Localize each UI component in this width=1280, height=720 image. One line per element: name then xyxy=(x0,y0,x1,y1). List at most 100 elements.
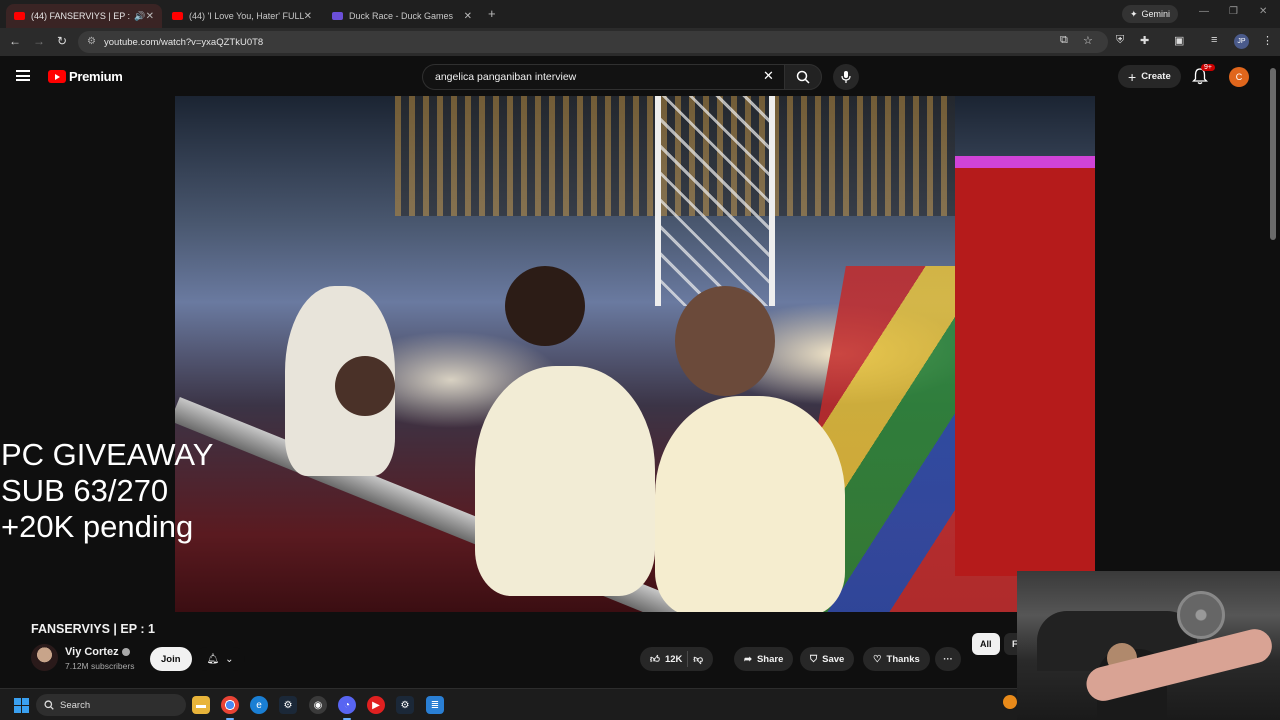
overlay-line: +20K pending xyxy=(1,509,194,544)
save-button[interactable]: ⛉ Save xyxy=(800,647,855,671)
channel-avatar[interactable] xyxy=(31,644,58,671)
youtube-favicon-icon xyxy=(14,12,25,20)
maximize-icon[interactable]: ❐ xyxy=(1229,6,1238,17)
voice-search-button[interactable] xyxy=(833,64,859,90)
taskbar-search-label: Search xyxy=(60,699,91,711)
page-scrollbar[interactable] xyxy=(1270,68,1276,240)
video-title: FANSERVIYS | EP : 1 xyxy=(31,622,155,636)
youtube-favicon-icon xyxy=(172,12,183,20)
tab-i-love-you-hater[interactable]: (44) 'I Love You, Hater' FULL M ✕ xyxy=(164,4,320,28)
minimize-icon[interactable]: — xyxy=(1199,6,1209,17)
subscriber-count: 7.12M subscribers xyxy=(65,661,135,671)
search-icon xyxy=(796,70,810,84)
video-player[interactable] xyxy=(175,96,1095,612)
tab-label: (44) 'I Love You, Hater' FULL M xyxy=(189,11,304,21)
address-bar[interactable]: ⚙ youtube.com/watch?v=yxaQZTkU0T8 xyxy=(78,31,1108,53)
thanks-label: Thanks xyxy=(886,653,920,665)
browser-toolbar: ← → ↻ ⚙ youtube.com/watch?v=yxaQZTkU0T8 … xyxy=(0,28,1280,56)
browser-profile-avatar[interactable]: JP xyxy=(1234,34,1249,49)
share-label: Share xyxy=(756,653,784,665)
search-button[interactable] xyxy=(784,64,822,90)
video-frame-tower xyxy=(655,96,775,306)
tab-duck-race[interactable]: Duck Race - Duck Games ✕ xyxy=(324,4,480,28)
speaker-icon[interactable]: 🔊 xyxy=(134,11,145,22)
share-button[interactable]: ➦ Share xyxy=(734,647,794,671)
plus-icon: + xyxy=(1128,68,1137,85)
back-icon[interactable]: ← xyxy=(9,34,21,48)
search-icon xyxy=(44,700,54,710)
video-frame-person xyxy=(675,286,775,396)
join-button[interactable]: Join xyxy=(150,647,192,671)
reload-icon[interactable]: ↻ xyxy=(57,34,67,48)
divider xyxy=(687,651,689,667)
close-tab-icon[interactable]: ✕ xyxy=(146,11,154,22)
chip-all[interactable]: All xyxy=(972,633,1000,655)
steam-alt-icon[interactable]: ⚙ xyxy=(396,696,414,714)
cast-icon[interactable]: ⧉ xyxy=(1060,34,1068,47)
channel-name-label: Viy Cortez xyxy=(65,646,119,658)
steam-icon[interactable]: ⚙ xyxy=(279,696,297,714)
bookmark-icon: ⛉ xyxy=(810,653,818,665)
forward-icon[interactable]: → xyxy=(33,34,45,48)
video-frame-person xyxy=(335,356,395,416)
reading-list-icon[interactable]: ≡ xyxy=(1211,34,1217,46)
notepad-icon[interactable]: ≣ xyxy=(426,696,444,714)
gemini-button[interactable]: ✦ Gemini xyxy=(1122,5,1179,23)
webcam-overlay xyxy=(1017,571,1280,720)
tray-app-icon[interactable] xyxy=(1003,695,1017,709)
thanks-button[interactable]: ♡ Thanks xyxy=(863,647,930,671)
tab-search-icon[interactable]: ▣ xyxy=(1174,34,1184,47)
obs-icon[interactable]: ◉ xyxy=(309,696,327,714)
windows-start-icon[interactable] xyxy=(14,698,29,713)
chrome-icon[interactable] xyxy=(221,696,239,720)
close-tab-icon[interactable]: ✕ xyxy=(464,11,472,22)
save-label: Save xyxy=(822,653,845,665)
dislike-button[interactable]: 👎︎ xyxy=(693,653,703,665)
create-label: Create xyxy=(1141,71,1171,82)
bookmark-star-icon[interactable]: ☆ xyxy=(1083,34,1093,47)
video-frame-booth xyxy=(955,156,1095,576)
share-arrow-icon: ➦ xyxy=(744,653,752,665)
close-window-icon[interactable]: ✕ xyxy=(1259,6,1267,17)
close-tab-icon[interactable]: ✕ xyxy=(304,11,312,22)
thanks-heart-icon: ♡ xyxy=(873,653,882,665)
video-frame-person xyxy=(475,366,655,596)
notification-bell-icon: 🔔︎ xyxy=(206,653,220,665)
create-button[interactable]: + Create xyxy=(1118,65,1181,88)
tab-label: (44) FANSERVIYS | EP : 1 - Y xyxy=(31,11,131,21)
clear-search-icon[interactable]: ✕ xyxy=(763,68,774,84)
video-frame-person xyxy=(655,396,845,612)
file-explorer-icon[interactable]: ▬ xyxy=(192,696,210,714)
taskbar-search[interactable]: Search xyxy=(36,694,186,716)
url-text: youtube.com/watch?v=yxaQZTkU0T8 xyxy=(104,36,264,48)
like-dislike-group: 👍︎ 12K 👎︎ xyxy=(640,647,714,671)
user-avatar[interactable]: C xyxy=(1229,67,1249,87)
like-count: 12K xyxy=(664,653,683,665)
tab-fanserviys[interactable]: (44) FANSERVIYS | EP : 1 - Y 🔊 ✕ xyxy=(6,4,162,28)
edge-icon[interactable]: e xyxy=(250,696,268,714)
thumbs-down-icon: 👎︎ xyxy=(693,654,704,665)
youtube-music-icon[interactable]: ▶ xyxy=(367,696,385,714)
more-icon: ··· xyxy=(943,653,953,665)
more-actions-button[interactable]: ··· xyxy=(935,647,961,671)
tab-label: Duck Race - Duck Games xyxy=(349,11,454,21)
menu-kebab-icon[interactable]: ⋮ xyxy=(1262,34,1273,47)
site-info-icon[interactable]: ⚙ xyxy=(87,36,96,47)
discord-icon[interactable]: ◔ xyxy=(338,696,356,720)
like-button[interactable]: 👍︎ 12K xyxy=(650,653,683,666)
new-tab-icon[interactable]: + xyxy=(488,6,496,21)
search-box xyxy=(422,64,784,90)
search-input[interactable] xyxy=(435,71,755,83)
notification-count-badge: 9+ xyxy=(1201,64,1215,71)
duck-games-favicon-icon xyxy=(332,12,343,20)
shield-icon[interactable]: ⛨ xyxy=(1116,34,1124,47)
microphone-icon xyxy=(841,71,851,83)
extensions-icon[interactable]: ✚ xyxy=(1140,34,1149,47)
windows-taskbar: Search ▬ e ⚙ ◉ ◔ ▶ ⚙ ≣ xyxy=(0,688,1017,720)
webcam-fan xyxy=(1177,591,1225,639)
youtube-header: Premium ✕ + Create 9+ C xyxy=(0,56,1280,96)
hamburger-menu-icon[interactable] xyxy=(16,70,30,81)
channel-name[interactable]: Viy Cortez xyxy=(65,646,130,658)
youtube-logo[interactable]: Premium xyxy=(48,69,123,84)
subscription-notification-button[interactable]: 🔔︎ ⌄ xyxy=(195,647,245,671)
